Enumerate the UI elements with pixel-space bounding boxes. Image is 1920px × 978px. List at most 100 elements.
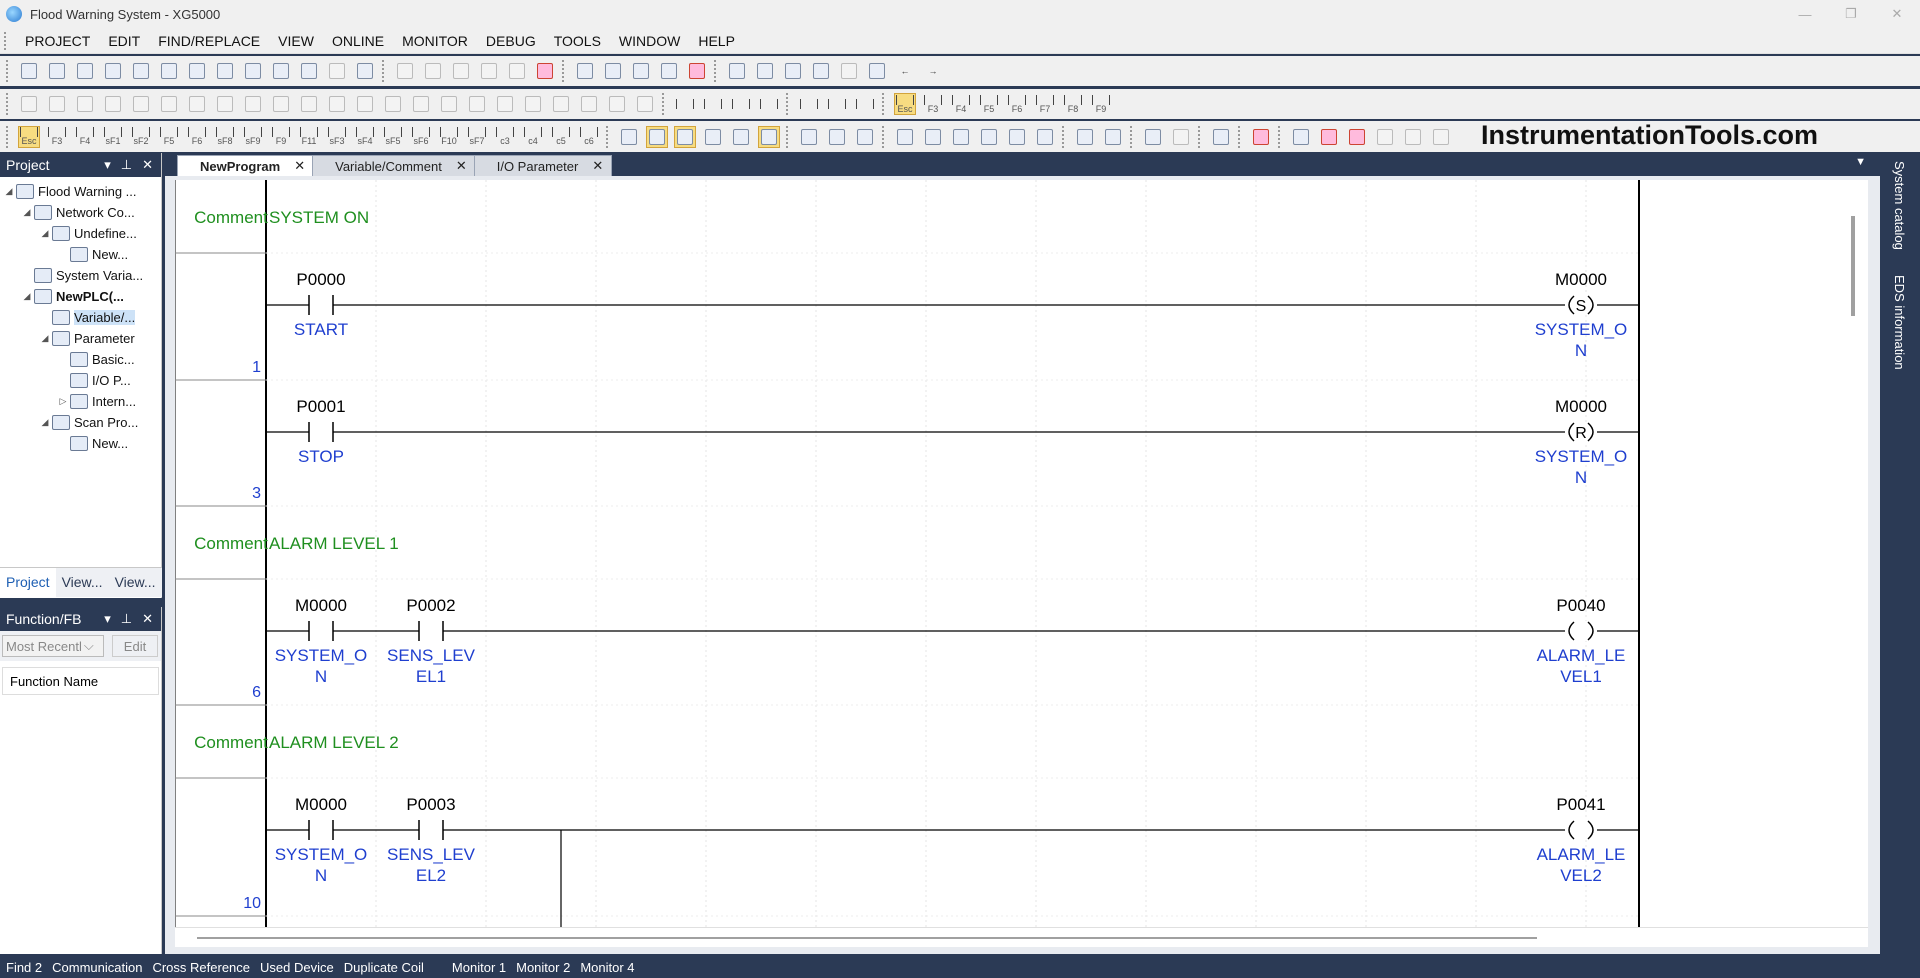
key-f7-dim[interactable]: [826, 93, 848, 115]
delete-icon[interactable]: [534, 60, 556, 82]
horizontal-scrollbar[interactable]: [175, 927, 1868, 947]
online-cancel-icon[interactable]: [634, 93, 656, 115]
menu-online[interactable]: ONLINE: [323, 33, 393, 49]
key-f6-dim[interactable]: [798, 93, 820, 115]
tool-contact-no[interactable]: F3: [46, 126, 68, 148]
run-icon[interactable]: [74, 93, 96, 115]
tool-set-coil[interactable]: sF3: [326, 126, 348, 148]
print-preview-icon[interactable]: [158, 60, 180, 82]
module-change-icon[interactable]: [550, 93, 572, 115]
comment-bubble-icon[interactable]: [298, 60, 320, 82]
save-icon[interactable]: [102, 60, 124, 82]
fb-filter-select[interactable]: Most Recentl ⌵: [2, 635, 104, 657]
key-f5[interactable]: F5: [978, 93, 1000, 115]
tab-io-parameter[interactable]: I/O Parameter ✕: [473, 155, 613, 176]
debug-step-into-icon[interactable]: [1402, 126, 1424, 148]
stop-icon[interactable]: [102, 93, 124, 115]
tab-variable-comment[interactable]: Variable/Comment ✕: [312, 155, 476, 176]
key-f4[interactable]: F4: [950, 93, 972, 115]
tab-duplicate-coil[interactable]: Duplicate Coil: [344, 960, 424, 975]
monitor-screen-icon[interactable]: [242, 60, 264, 82]
used-device-icon[interactable]: [854, 126, 876, 148]
key-f4-dim[interactable]: [730, 93, 752, 115]
tool-function[interactable]: F11: [298, 126, 320, 148]
menu-monitor[interactable]: MONITOR: [393, 33, 477, 49]
key-f7[interactable]: F7: [1034, 93, 1056, 115]
key-f5-dim[interactable]: [758, 93, 780, 115]
key-f3[interactable]: F3: [922, 93, 944, 115]
tab-monitor-4[interactable]: Monitor 4: [580, 960, 634, 975]
menu-tools[interactable]: TOOLS: [545, 33, 610, 49]
view-grid-icon[interactable]: [646, 125, 668, 148]
tab-project[interactable]: Project: [0, 568, 56, 597]
compare-icon[interactable]: [326, 60, 348, 82]
monitor-start-icon[interactable]: [214, 93, 236, 115]
io-info-icon[interactable]: [382, 93, 404, 115]
debug-step-over-icon[interactable]: [1374, 126, 1396, 148]
tree-node[interactable]: System Varia...: [0, 265, 161, 286]
cross-ref-icon[interactable]: [826, 126, 848, 148]
tool-c4[interactable]: c4: [522, 126, 544, 148]
tool-vertical-line[interactable]: F6: [186, 126, 208, 148]
compile-icon[interactable]: [1142, 126, 1164, 148]
tool-contact-n[interactable]: sF2: [130, 126, 152, 148]
menu-help[interactable]: HELP: [689, 33, 744, 49]
tool-n-coil[interactable]: sF6: [410, 126, 432, 148]
vertical-scrollbar[interactable]: [1851, 216, 1855, 316]
menu-find-replace[interactable]: FIND/REPLACE: [149, 33, 269, 49]
disconnect-icon[interactable]: [46, 93, 68, 115]
view-comment-icon[interactable]: [674, 125, 696, 148]
doc-d2-icon[interactable]: [950, 126, 972, 148]
scan-icon[interactable]: [186, 60, 208, 82]
tree-node[interactable]: ▷ Intern...: [0, 391, 161, 412]
tree-node[interactable]: New...: [0, 433, 161, 454]
key-f3-dim[interactable]: [702, 93, 724, 115]
menu-view[interactable]: VIEW: [269, 33, 323, 49]
minimize-button[interactable]: —: [1782, 0, 1828, 28]
tree-expander-icon[interactable]: ◢: [40, 333, 50, 344]
plc-icon[interactable]: [354, 60, 376, 82]
ladder-canvas[interactable]: Comment SYSTEM ON 1 P0000 START S M0000 SYSTEM_…: [175, 180, 1868, 927]
panel-close-icon[interactable]: ✕: [142, 611, 153, 627]
tab-monitor-2[interactable]: Monitor 2: [516, 960, 570, 975]
trend-icon[interactable]: [354, 93, 376, 115]
delete-line-icon[interactable]: [630, 60, 652, 82]
tab-view-2[interactable]: View...: [109, 568, 162, 597]
io-skip-icon[interactable]: [494, 93, 516, 115]
plc-history-icon[interactable]: [410, 93, 432, 115]
copy-icon[interactable]: [478, 60, 500, 82]
doc-check-icon[interactable]: [894, 126, 916, 148]
panel-dropdown-icon[interactable]: ▾: [104, 157, 111, 173]
key-esc[interactable]: Esc: [894, 93, 916, 115]
insert-column-icon[interactable]: [602, 60, 624, 82]
tab-system-catalog[interactable]: System catalog: [1892, 161, 1907, 250]
tree-node[interactable]: ◢ NewPLC(...: [0, 286, 161, 307]
find-device-usage-icon[interactable]: [838, 60, 860, 82]
monitor-stop-icon[interactable]: [270, 93, 292, 115]
close-tab-icon[interactable]: ✕: [592, 158, 603, 174]
key-f6[interactable]: F6: [1006, 93, 1028, 115]
key-f9[interactable]: F9: [1090, 93, 1112, 115]
breakpoint-icon[interactable]: [1290, 126, 1312, 148]
tree-expander-icon[interactable]: ◢: [22, 207, 32, 218]
open-project-icon[interactable]: [46, 60, 68, 82]
replace-all-icon[interactable]: [810, 60, 832, 82]
device-monitor-icon[interactable]: [326, 93, 348, 115]
close-tab-icon[interactable]: ✕: [456, 158, 467, 174]
tool-select-esc[interactable]: Esc: [18, 125, 40, 148]
step-icon[interactable]: [1318, 126, 1340, 148]
delete-column-icon[interactable]: [658, 60, 680, 82]
tool-contact-p[interactable]: sF1: [102, 126, 124, 148]
debug-stop-icon[interactable]: [1430, 126, 1452, 148]
cut-icon[interactable]: [450, 60, 472, 82]
tab-find-2[interactable]: Find 2: [6, 960, 42, 975]
doc-list-icon[interactable]: [1006, 126, 1028, 148]
tab-eds-information[interactable]: EDS information: [1892, 275, 1907, 370]
menu-debug[interactable]: DEBUG: [477, 33, 545, 49]
read-icon[interactable]: [186, 93, 208, 115]
tab-view-1[interactable]: View...: [56, 568, 109, 597]
view-device-icon[interactable]: [702, 126, 724, 148]
tab-communication[interactable]: Communication: [52, 960, 142, 975]
tool-c5[interactable]: c5: [550, 126, 572, 148]
tool-reset-coil[interactable]: sF4: [354, 126, 376, 148]
